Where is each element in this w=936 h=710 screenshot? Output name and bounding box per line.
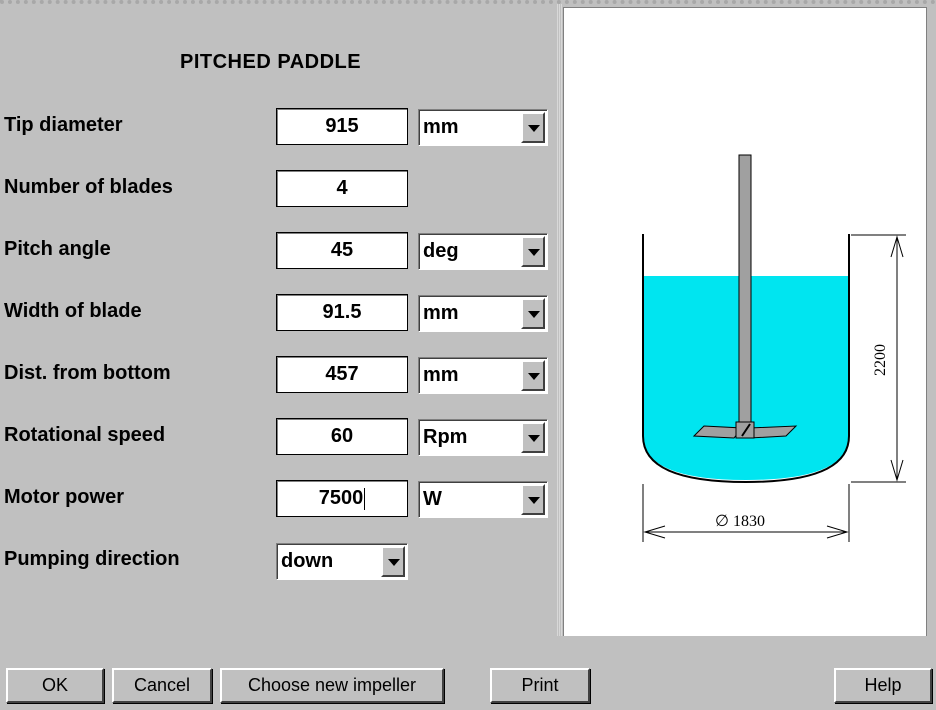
impeller-title: PITCHED PADDLE (180, 51, 362, 73)
number-of-blades-input[interactable]: 4 (276, 170, 408, 207)
dist-from-bottom-label: Dist. from bottom (4, 362, 171, 384)
pitch-angle-input[interactable]: 45 (276, 232, 408, 269)
rotational-speed-label: Rotational speed (4, 424, 166, 446)
chevron-down-icon[interactable] (521, 422, 545, 453)
chevron-down-icon[interactable] (521, 236, 545, 267)
motor-power-unit-select[interactable]: W (418, 481, 548, 518)
pumping-direction-select[interactable]: down (276, 543, 408, 580)
pitch-angle-label: Pitch angle (4, 238, 111, 260)
rotational-speed-unit-value: Rpm (423, 426, 468, 448)
chevron-down-icon[interactable] (521, 112, 545, 143)
cancel-button[interactable]: Cancel (112, 668, 212, 703)
tank-diagram-panel: 2200 ∅ 1830 (563, 7, 927, 637)
width-of-blade-input[interactable]: 91.5 (276, 294, 408, 331)
tip-diameter-unit-select[interactable]: mm (418, 109, 548, 146)
dist-from-bottom-unit-value: mm (423, 364, 459, 386)
width-of-blade-label: Width of blade (4, 300, 142, 322)
print-button[interactable]: Print (490, 668, 590, 703)
help-button[interactable]: Help (834, 668, 932, 703)
motor-power-input[interactable]: 7500 (276, 480, 408, 517)
impeller-shaft (738, 154, 752, 424)
height-label: 2200 (872, 344, 889, 376)
width-of-blade-unit-select[interactable]: mm (418, 295, 548, 332)
chevron-down-icon[interactable] (521, 298, 545, 329)
motor-power-value: 7500 (318, 487, 364, 509)
chevron-down-icon[interactable] (521, 484, 545, 515)
width-of-blade-unit-value: mm (423, 302, 459, 324)
tip-diameter-unit-value: mm (423, 116, 459, 138)
chevron-down-icon[interactable] (521, 360, 545, 391)
tip-diameter-input[interactable]: 915 (276, 108, 408, 145)
dist-from-bottom-input[interactable]: 457 (276, 356, 408, 393)
choose-new-impeller-button[interactable]: Choose new impeller (220, 668, 444, 703)
ok-button[interactable]: OK (6, 668, 104, 703)
tip-diameter-label: Tip diameter (4, 114, 123, 136)
number-of-blades-label: Number of blades (4, 176, 173, 198)
dist-from-bottom-unit-select[interactable]: mm (418, 357, 548, 394)
parameters-panel: PITCHED PADDLE Tip diameter 915 mm Numbe… (0, 4, 558, 636)
panel-divider (556, 4, 562, 636)
pumping-direction-value: down (281, 550, 334, 572)
chevron-down-icon[interactable] (381, 546, 405, 577)
motor-power-unit-value: W (423, 488, 442, 510)
pitch-angle-unit-value: deg (423, 240, 459, 262)
tank-diagram: 2200 ∅ 1830 (642, 154, 906, 542)
text-caret (364, 487, 366, 510)
pumping-direction-label: Pumping direction (4, 548, 180, 570)
motor-power-label: Motor power (4, 486, 124, 508)
pitch-angle-unit-select[interactable]: deg (418, 233, 548, 270)
diameter-label: ∅ 1830 (715, 513, 765, 530)
rotational-speed-unit-select[interactable]: Rpm (418, 419, 548, 456)
rotational-speed-input[interactable]: 60 (276, 418, 408, 455)
